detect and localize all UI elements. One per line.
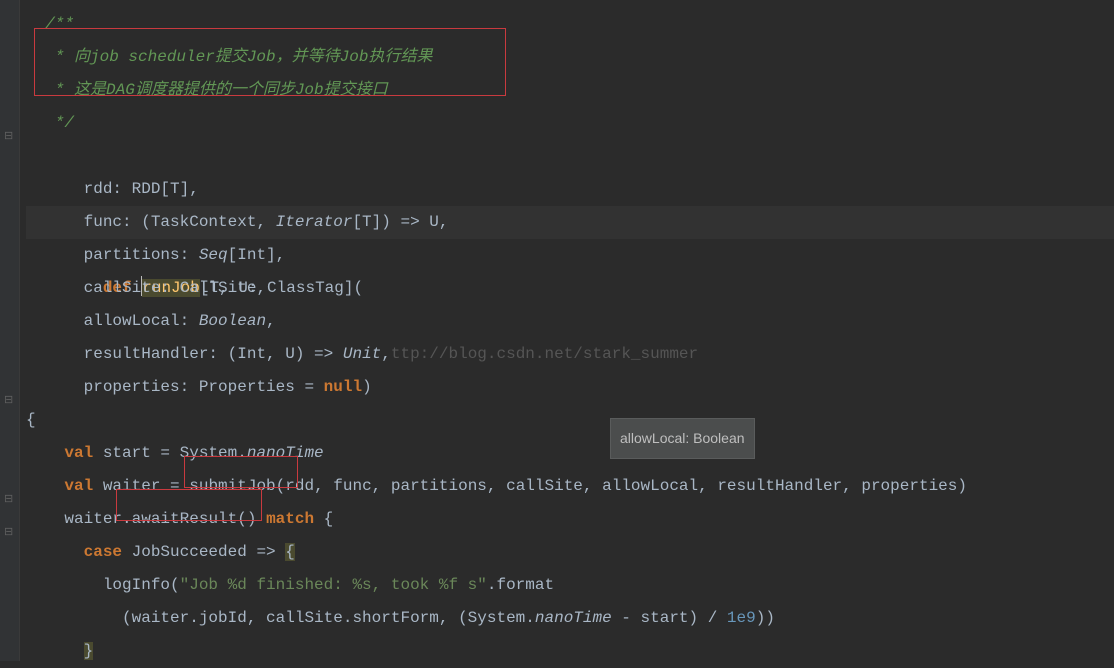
start-var: start = System. <box>93 444 247 462</box>
watermark-text: ttp://blog.csdn.net/stark_summer <box>391 345 698 363</box>
fold-marker-icon[interactable]: ⊟ <box>4 393 13 407</box>
param-resulthandler: resultHandler: (Int, U) => Unit, <box>84 345 391 363</box>
param-tooltip: allowLocal: Boolean <box>610 418 755 459</box>
code-area[interactable]: allowLocal: Boolean /** * 向job scheduler… <box>20 0 1114 661</box>
param-partitions: partitions: Seq[Int], <box>84 246 286 264</box>
submitjob-call: submitJob <box>189 477 275 495</box>
submitjob-args: (rdd, func, partitions, callSite, allowL… <box>276 477 967 495</box>
fold-marker-icon[interactable]: ⊟ <box>4 129 13 143</box>
case-brace: { <box>285 543 295 561</box>
def-line[interactable]: def runJob[T, U: ClassTag]( <box>26 140 1114 173</box>
param-rdd: rdd: RDD[T], <box>84 180 199 198</box>
nanotime-call: nanoTime <box>247 444 324 462</box>
awaitresult-call: awaitResult <box>132 510 238 528</box>
brace-open: { <box>26 411 36 429</box>
format-args: (waiter.jobId, callSite.shortForm, (Syst… <box>122 609 775 627</box>
format-call: .format <box>487 576 554 594</box>
comment-text: * 这是DAG调度器提供的一个同步Job提交接口 <box>26 81 388 99</box>
waiter-ref: waiter. <box>64 510 131 528</box>
param-properties: properties: Properties = null) <box>84 378 372 396</box>
param-callsite: callSite: CallSite, <box>84 279 266 297</box>
keyword-val: val <box>64 477 93 495</box>
case-pattern: JobSucceeded => <box>122 543 285 561</box>
comment-text: /** <box>26 15 74 33</box>
fold-marker-icon[interactable]: ⊟ <box>4 525 13 539</box>
waiter-var: waiter = <box>93 477 189 495</box>
keyword-case: case <box>84 543 122 561</box>
comment-text: */ <box>26 114 74 132</box>
string-literal: "Job %d finished: %s, took %f s" <box>180 576 487 594</box>
fold-marker-icon[interactable]: ⊟ <box>4 492 13 506</box>
comment-text: * 向job scheduler提交Job，并等待Job执行结果 <box>26 48 432 66</box>
code-editor[interactable]: ⊟ ⊟ ⊟ ⊟ allowLocal: Boolean /** * 向job s… <box>0 0 1114 661</box>
param-allowlocal: allowLocal: Boolean, <box>84 312 276 330</box>
param-func: func: (TaskContext, Iterator[T]) => U, <box>84 213 449 231</box>
brace-close: } <box>84 642 94 660</box>
keyword-val: val <box>64 444 93 462</box>
loginfo-call: logInfo( <box>103 576 180 594</box>
keyword-match: match <box>266 510 314 528</box>
gutter: ⊟ ⊟ ⊟ ⊟ <box>0 0 20 661</box>
